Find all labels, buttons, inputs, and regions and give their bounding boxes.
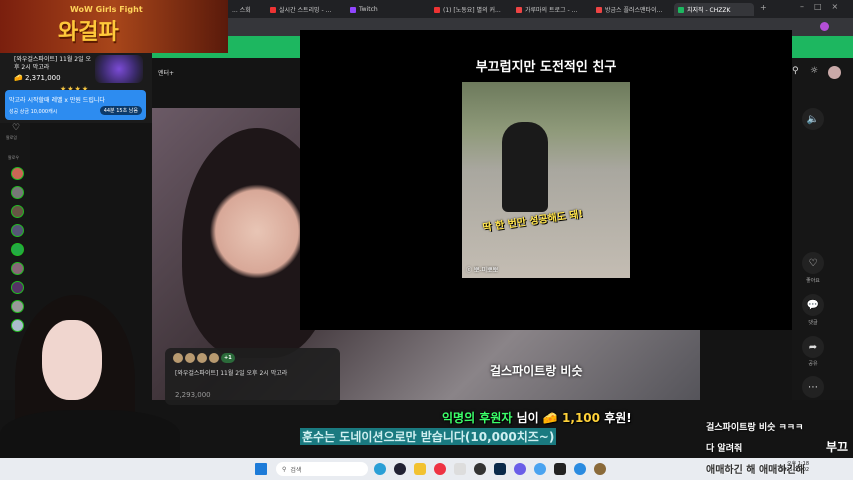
- like-label: 좋아요: [806, 278, 820, 284]
- mission-timer: 44분 15초 남음: [99, 106, 142, 115]
- browser-tab[interactable]: Twitch: [346, 3, 428, 16]
- channel-avatar[interactable]: [11, 224, 24, 237]
- event-art: [95, 55, 143, 83]
- donation-amount: 1,100: [562, 411, 600, 425]
- app-icon[interactable]: [394, 463, 406, 475]
- amount-value: 2,371,000: [24, 74, 61, 82]
- follow-heart-icon[interactable]: ♡: [12, 123, 20, 133]
- twitch-icon: [350, 6, 356, 13]
- youtube-icon: [434, 6, 440, 13]
- chzzk-icon: [678, 6, 684, 13]
- follow-label: 팔로잉: [6, 135, 18, 140]
- capcut-icon[interactable]: [454, 463, 466, 475]
- chrome-icon[interactable]: [434, 463, 446, 475]
- category-label[interactable]: 엔터+: [158, 68, 174, 77]
- tab-favicon: [596, 6, 602, 13]
- file-explorer-icon[interactable]: [414, 463, 426, 475]
- discord-icon[interactable]: [514, 463, 526, 475]
- overlay-subtitle: 걸스파이트랑 비슷: [490, 364, 583, 378]
- notice-banner: 훈수는 도네이션으로만 받습니다(10,000치즈~): [300, 428, 557, 445]
- donation-action: 후원!: [604, 411, 632, 425]
- person-figure: [502, 122, 548, 212]
- messenger-icon[interactable]: [534, 463, 546, 475]
- mini-card-amount: 2,293,000: [175, 391, 211, 399]
- youtube-icon: [270, 6, 276, 13]
- channel-avatar[interactable]: [11, 205, 24, 218]
- webcam-face: [42, 320, 102, 400]
- game-icon[interactable]: [594, 463, 606, 475]
- mission-text: 막고라 시작할때 레벨 x 만원 드립니다: [9, 97, 105, 104]
- participant-avatars: +1: [173, 353, 235, 363]
- chat-message: 다 알려줘: [706, 444, 743, 454]
- clip-watermark: ⓒ 뽀-미뽀뽀: [466, 267, 499, 274]
- edge-icon[interactable]: [374, 463, 386, 475]
- donation-suffix: 님이: [516, 411, 539, 425]
- comment-label: 댓글: [808, 320, 818, 326]
- event-banner-overlay: WoW Girls Fight 와걸파: [0, 0, 228, 53]
- event-mini-card: +1 [와우걸스파이트] 11월 2일 오후 2시 막고라 2,293,000: [165, 348, 340, 405]
- right-action-panel: ⚲ ☼ 🔈 ♡ 좋아요 💬 댓글 ➦ 공유 ⋯: [792, 58, 853, 400]
- channel-avatar[interactable]: [11, 243, 24, 256]
- cheese-icon: 🧀: [542, 411, 558, 425]
- system-clock[interactable]: 오후 1:18 2025-11-02: [780, 460, 809, 473]
- photoshop-icon[interactable]: [494, 463, 506, 475]
- more-options-icon[interactable]: ⋯: [802, 376, 824, 398]
- following-header: 팔로우: [8, 155, 20, 160]
- share-icon[interactable]: ➦: [802, 336, 824, 358]
- chat-message: 부끄: [826, 440, 849, 454]
- mini-card-title: [와우걸스파이트] 11월 2일 오후 2시 막고라: [175, 370, 288, 377]
- channel-avatar[interactable]: [11, 167, 24, 180]
- window-controls[interactable]: –□×: [800, 2, 848, 11]
- popup-title: 부끄럽지만 도전적인 친구: [475, 60, 617, 75]
- theme-sun-icon[interactable]: ☼: [810, 66, 818, 76]
- comment-icon[interactable]: 💬: [802, 294, 824, 316]
- volume-icon[interactable]: 🔈: [802, 108, 824, 130]
- profile-avatar[interactable]: [820, 22, 829, 31]
- browser-tab-active[interactable]: 치지직 - CHZZK: [674, 3, 754, 16]
- app-icon[interactable]: [554, 463, 566, 475]
- channel-avatar[interactable]: [11, 186, 24, 199]
- clock-time: 오후 1:18: [787, 461, 810, 467]
- windows-start-icon[interactable]: [255, 463, 267, 475]
- new-tab-button[interactable]: +: [760, 3, 767, 12]
- tab-favicon: [516, 6, 522, 13]
- mission-reward: 성공 상금 10,000캐시: [9, 109, 58, 115]
- clip-popup: 부끄럽지만 도전적인 친구 딱 한 번만 성공해도 돼! ⓒ 뽀-미뽀뽀: [300, 30, 792, 330]
- donor-name: 익명의 후원자: [442, 411, 513, 425]
- browser-tab[interactable]: ... 스회: [228, 3, 264, 16]
- browser-tab[interactable]: 방금스 플러스맨타이...: [592, 3, 672, 16]
- share-label: 공유: [808, 361, 818, 367]
- donation-alert: 익명의 후원자 님이 🧀 1,100 후원!: [442, 409, 632, 426]
- chat-message: 걸스파이트랑 비슷 ㅋㅋㅋ: [706, 423, 804, 433]
- clip-image: 딱 한 번만 성공해도 돼! ⓒ 뽀-미뽀뽀: [462, 82, 630, 278]
- browser-tab[interactable]: (1) [노동요] 별의 커...: [430, 3, 510, 16]
- mission-card: 막고라 시작할때 레벨 x 만원 드립니다 성공 상금 10,000캐시 44분…: [5, 90, 146, 120]
- like-heart-icon[interactable]: ♡: [802, 252, 824, 274]
- search-icon: ⚲: [282, 465, 287, 473]
- search-icon[interactable]: ⚲: [792, 66, 799, 76]
- event-card-title: [와우걸스파이트] 11월 2일 오후 2시 막고라: [14, 56, 92, 71]
- app-icon[interactable]: [574, 463, 586, 475]
- user-avatar[interactable]: [828, 66, 841, 79]
- browser-tab[interactable]: 가루마의 트로그 - ...: [512, 3, 590, 16]
- taskbar-search[interactable]: ⚲ 검색: [276, 462, 368, 476]
- search-placeholder: 검색: [290, 466, 302, 474]
- event-card-amount: 🧀 2,371,000: [14, 74, 61, 82]
- obs-icon[interactable]: [474, 463, 486, 475]
- participant-count-badge: +1: [221, 353, 235, 363]
- channel-avatar[interactable]: [11, 262, 24, 275]
- browser-tab[interactable]: 실시간 스트리밍 - ...: [266, 3, 344, 16]
- banner-subtitle: WoW Girls Fight: [70, 5, 143, 14]
- banner-title: 와걸파: [58, 20, 119, 45]
- clock-date: 2025-11-02: [780, 467, 810, 473]
